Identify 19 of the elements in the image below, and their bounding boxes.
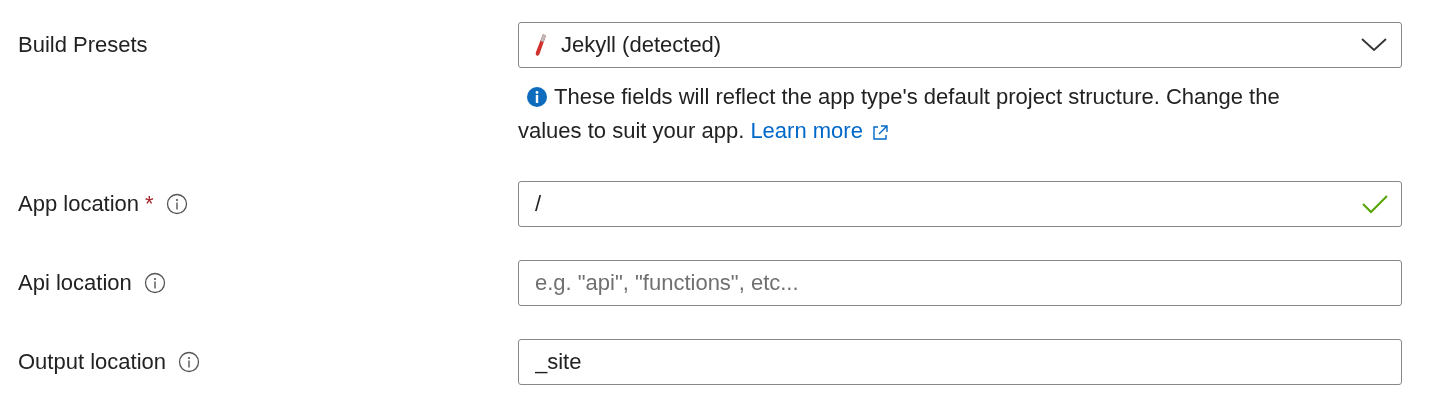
field-label: Build Presets — [18, 32, 148, 58]
dropdown-value: Jekyll (detected) — [561, 32, 723, 58]
info-icon[interactable] — [143, 272, 166, 294]
info-icon[interactable] — [165, 193, 188, 215]
info-icon[interactable] — [178, 351, 200, 373]
text-field[interactable]: _site — [518, 339, 1402, 385]
info-note: These fields will reflect the app type's default project structure. Change the values to suit your app. Learn more — [518, 83, 1281, 145]
preset-dropdown[interactable]: Jekyll (detected) — [518, 22, 1402, 68]
test-tube-icon — [535, 33, 547, 57]
required-asterisk: * — [145, 191, 154, 217]
text-field[interactable]: e.g. "api", "functions", etc... — [518, 260, 1402, 306]
field-label: Api location — [18, 270, 132, 296]
learn-more-link[interactable]: Learn more — [750, 118, 895, 143]
external-link-icon — [870, 124, 889, 142]
text-field[interactable]: / — [518, 181, 1402, 227]
field-label: Output location — [18, 349, 166, 375]
info-icon — [526, 86, 548, 108]
chevron-down-icon — [1361, 38, 1387, 52]
field-label: App location — [18, 191, 140, 217]
